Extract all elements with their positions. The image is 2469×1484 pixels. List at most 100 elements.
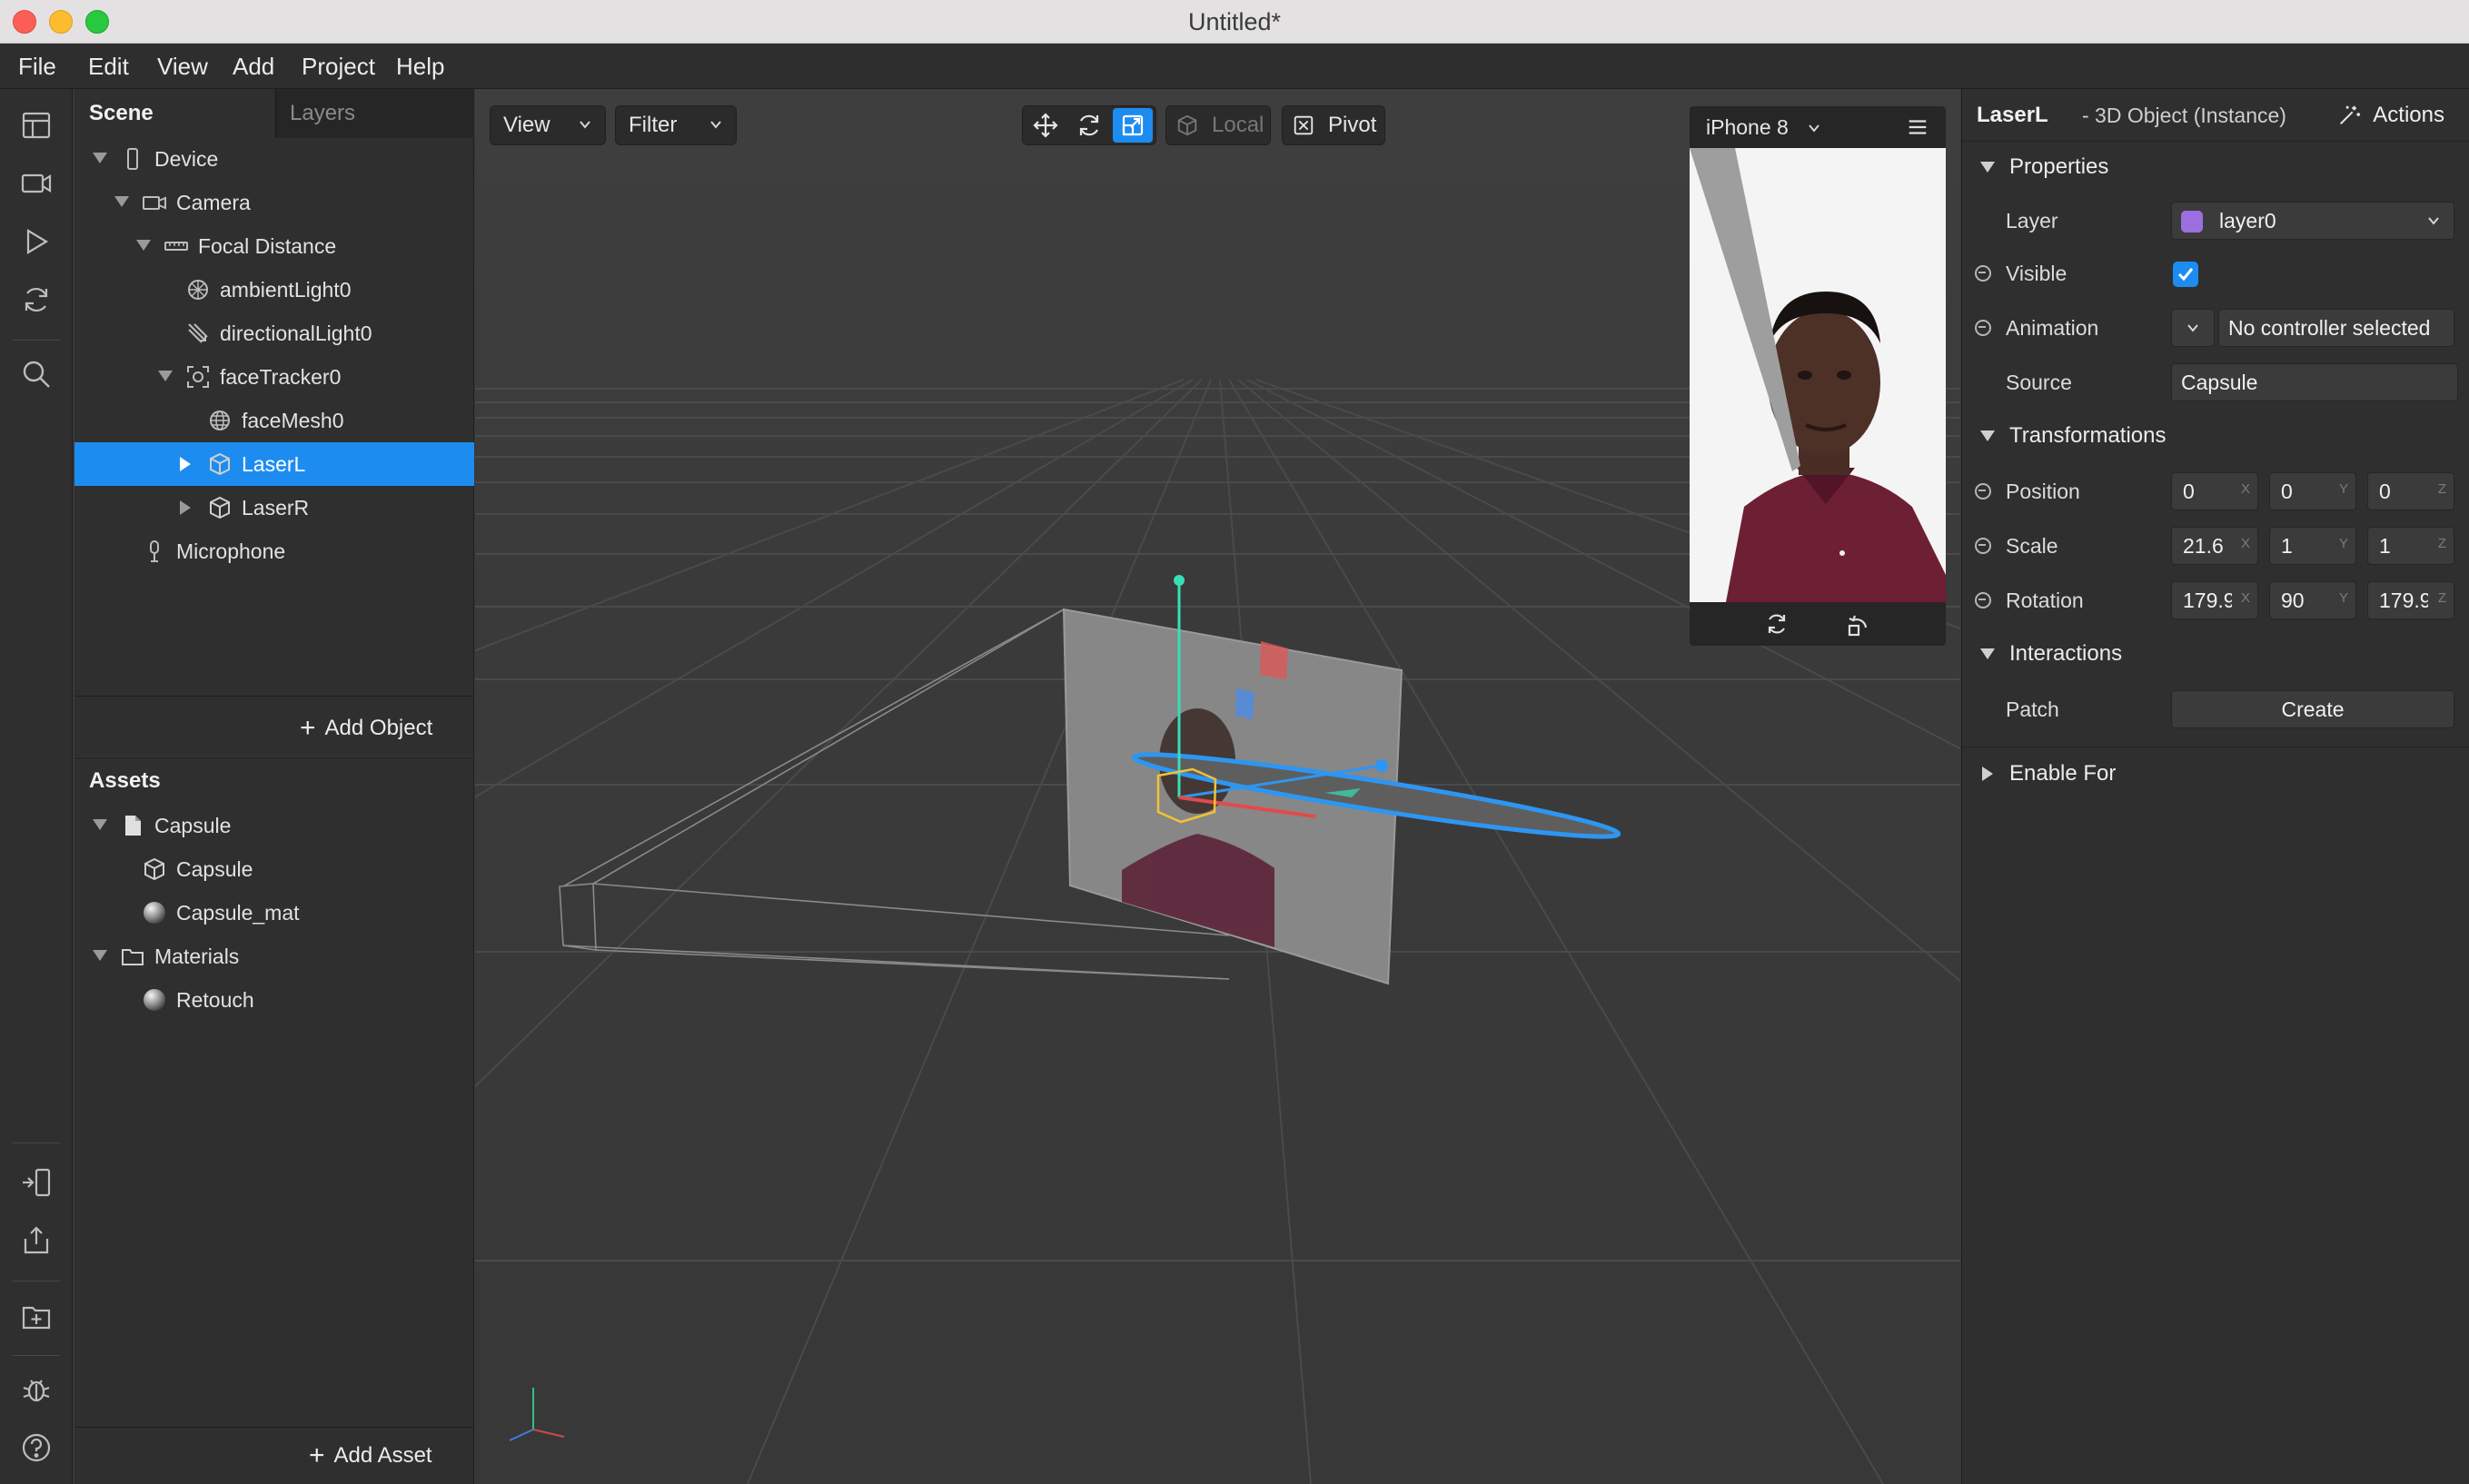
keyframe-icon[interactable]	[1975, 483, 1991, 500]
rotation-row: Rotation 179.9 X 90 Y 179.9 Z	[1962, 574, 2469, 627]
scene-tree-item-label: faceTracker0	[220, 365, 342, 389]
visible-checkbox[interactable]	[2173, 262, 2198, 287]
scene-tree-item[interactable]: directionalLight0	[74, 312, 474, 355]
rotation-x-field[interactable]: 179.9 X	[2171, 581, 2258, 619]
section-transformations[interactable]: Transformations	[1962, 411, 2469, 461]
scale-tool[interactable]	[1113, 108, 1153, 143]
asset-tree-item[interactable]: Materials	[74, 935, 474, 978]
menu-project[interactable]: Project	[302, 44, 375, 89]
asset-tree-item[interactable]: Capsule	[74, 804, 474, 847]
scene-tree-item[interactable]: LaserL	[74, 442, 474, 486]
help-icon[interactable]	[20, 1431, 53, 1464]
scene-tree-item[interactable]: LaserR	[74, 486, 474, 529]
preview-camera-image	[1690, 148, 1946, 602]
scene-tree-item[interactable]: Focal Distance	[74, 224, 474, 268]
menu-edit[interactable]: Edit	[88, 44, 129, 89]
search-icon[interactable]	[20, 358, 53, 391]
section-interactions[interactable]: Interactions	[1962, 628, 2469, 679]
scene-tree-item[interactable]: Camera	[74, 181, 474, 224]
local-toggle[interactable]: Local	[1165, 105, 1271, 145]
filter-dropdown[interactable]: Filter	[615, 105, 737, 145]
collapse-arrow-icon[interactable]	[158, 371, 173, 381]
collapse-arrow-icon[interactable]	[93, 153, 107, 163]
send-to-device-icon[interactable]	[20, 1166, 53, 1199]
mesh-icon	[207, 408, 233, 433]
asset-tree-item[interactable]: Capsule_mat	[74, 891, 474, 935]
transform-tools	[1022, 105, 1156, 145]
rotation-label: Rotation	[2006, 589, 2084, 612]
axis-x-label: X	[2240, 590, 2250, 606]
play-icon[interactable]	[20, 225, 53, 258]
menu-help[interactable]: Help	[396, 44, 444, 89]
layout-icon[interactable]	[20, 109, 53, 142]
position-x-field[interactable]: 0X	[2171, 472, 2258, 510]
bug-icon[interactable]	[20, 1373, 53, 1406]
chevron-down-icon	[2187, 324, 2198, 332]
keyframe-icon[interactable]	[1975, 538, 1991, 554]
view-dropdown[interactable]: View	[490, 105, 606, 145]
scale-x-field[interactable]: 21.6 X	[2171, 527, 2258, 565]
rotate-tool[interactable]	[1069, 108, 1109, 143]
menu-view[interactable]: View	[157, 44, 208, 89]
rotation-x-value: 179.9	[2183, 589, 2232, 612]
tab-layers[interactable]: Layers	[276, 89, 474, 138]
scene-tree-item[interactable]: ambientLight0	[74, 268, 474, 312]
collapse-arrow-icon[interactable]	[93, 819, 107, 830]
source-field[interactable]: Capsule	[2171, 363, 2458, 401]
expand-arrow-icon[interactable]	[180, 457, 191, 471]
local-label: Local	[1212, 113, 1264, 137]
rotation-y-field[interactable]: 90 Y	[2269, 581, 2356, 619]
export-icon[interactable]	[20, 1224, 53, 1257]
section-properties[interactable]: Properties	[1962, 142, 2469, 193]
axis-z-label: Z	[2437, 536, 2446, 551]
keyframe-icon[interactable]	[1975, 592, 1991, 608]
pivot-toggle[interactable]: Pivot	[1282, 105, 1385, 145]
axis-y-label: Y	[2338, 590, 2348, 606]
flip-camera-icon[interactable]	[1764, 611, 1790, 637]
rotate-icon	[1079, 114, 1099, 136]
refresh-icon[interactable]	[20, 283, 53, 316]
layer-select[interactable]: layer0	[2171, 202, 2454, 240]
add-folder-icon[interactable]	[20, 1301, 53, 1333]
preview-footer	[1690, 602, 1946, 646]
asset-tree-item[interactable]: Capsule	[74, 847, 474, 891]
menu-file[interactable]: File	[18, 44, 56, 89]
add-object-button[interactable]: + Add Object	[300, 710, 432, 747]
collapse-arrow-icon[interactable]	[136, 240, 151, 251]
device-select[interactable]: iPhone 8	[1706, 106, 1821, 148]
add-asset-button[interactable]: + Add Asset	[309, 1438, 432, 1474]
chevron-down-icon	[710, 121, 721, 129]
tab-scene[interactable]: Scene	[74, 89, 274, 138]
scene-tree-item[interactable]: faceMesh0	[74, 399, 474, 442]
scale-y-field[interactable]: 1Y	[2269, 527, 2356, 565]
scale-z-field[interactable]: 1Z	[2367, 527, 2454, 565]
section-enable-for[interactable]: Enable For	[1962, 748, 2469, 799]
video-icon[interactable]	[20, 167, 53, 200]
scene-tree-item[interactable]: Microphone	[74, 529, 474, 573]
keyframe-icon[interactable]	[1975, 320, 1991, 336]
position-z-field[interactable]: 0Z	[2367, 472, 2454, 510]
rotate-device-icon[interactable]	[1844, 611, 1869, 637]
position-y-field[interactable]: 0Y	[2269, 472, 2356, 510]
collapse-arrow-icon[interactable]	[114, 196, 129, 207]
expand-arrow-icon[interactable]	[180, 500, 191, 515]
scale-z-value: 1	[2379, 534, 2391, 558]
scene-tree-item[interactable]: faceTracker0	[74, 355, 474, 399]
menu-bar: File Edit View Add Project Help	[0, 44, 2469, 89]
animation-dropdown-toggle[interactable]	[2171, 309, 2215, 347]
menu-icon[interactable]	[1906, 115, 1929, 139]
menu-add[interactable]: Add	[233, 44, 274, 89]
scene-tree-item[interactable]: Device	[74, 137, 474, 181]
move-tool[interactable]	[1026, 108, 1066, 143]
collapse-arrow-icon[interactable]	[93, 950, 107, 961]
axis-y-label: Y	[2338, 536, 2348, 551]
chevron-down-icon	[2428, 217, 2439, 225]
scene-tree-item-label: Camera	[176, 191, 251, 214]
asset-tree-item[interactable]: Retouch	[74, 978, 474, 1022]
animation-controller-field[interactable]: No controller selected	[2218, 309, 2454, 347]
rotation-z-field[interactable]: 179.9 Z	[2367, 581, 2454, 619]
expand-arrow-icon	[1982, 767, 1993, 781]
expand-arrow-icon	[1980, 648, 1995, 659]
keyframe-icon[interactable]	[1975, 265, 1991, 282]
create-patch-button[interactable]: Create	[2171, 690, 2454, 728]
